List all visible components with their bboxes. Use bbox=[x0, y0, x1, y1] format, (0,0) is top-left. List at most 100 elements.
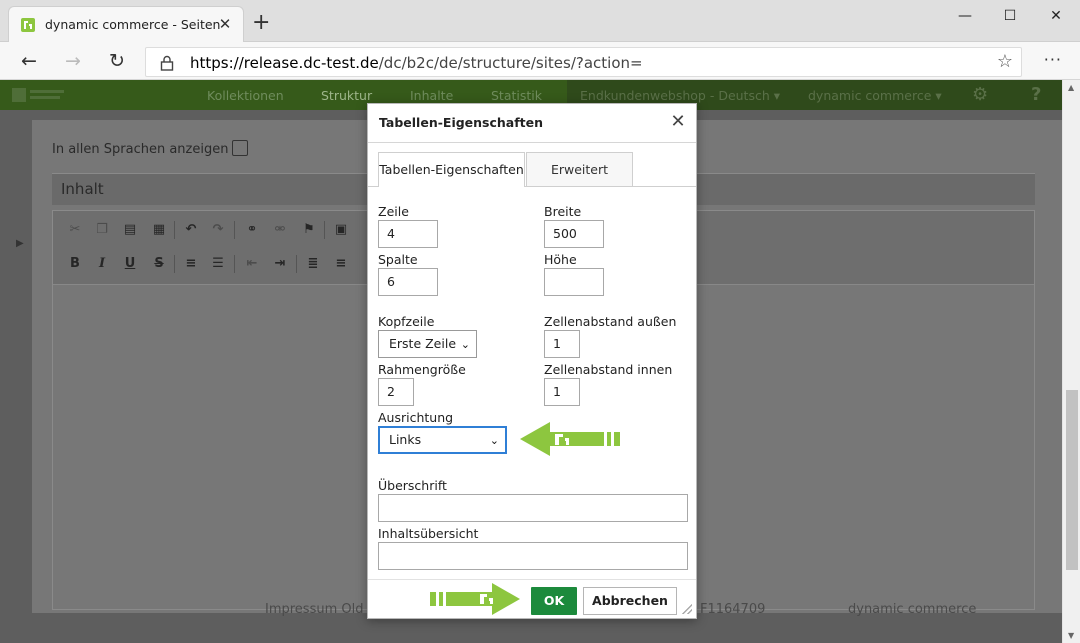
tab-underline bbox=[368, 186, 378, 187]
toolbar-separator bbox=[174, 221, 175, 239]
dc-favicon-icon bbox=[21, 18, 35, 32]
nav-statistik[interactable]: Statistik bbox=[491, 88, 542, 103]
align-label: Ausrichtung bbox=[378, 410, 454, 425]
table-properties-dialog: Tabellen-Eigenschaften ✕ Tabellen-Eigens… bbox=[367, 103, 697, 619]
footer-mid-text: F1164709 bbox=[700, 602, 766, 617]
address-bar[interactable]: https://release.dc-test.de/dc/b2c/de/str… bbox=[145, 47, 1022, 77]
border-label: Rahmengröße bbox=[378, 362, 466, 377]
cols-input[interactable]: 6 bbox=[378, 268, 438, 296]
toolbar-separator bbox=[174, 255, 175, 273]
tab-advanced[interactable]: Erweitert bbox=[526, 152, 633, 187]
caption-input[interactable] bbox=[378, 494, 688, 522]
browser-tab[interactable]: dynamic commerce - Seiten ✕ bbox=[8, 6, 244, 43]
summary-label: Inhaltsübersicht bbox=[378, 526, 479, 541]
chevron-down-icon: ⌄ bbox=[460, 338, 470, 351]
more-menu-icon[interactable]: ··· bbox=[1044, 50, 1062, 69]
header-label: Kopfzeile bbox=[378, 314, 435, 329]
undo-icon[interactable]: ↶ bbox=[182, 221, 200, 239]
url-host: https://release.dc-test.de bbox=[190, 54, 379, 72]
sidebar-expand-icon[interactable]: ▶ bbox=[16, 238, 24, 249]
align-select[interactable]: Links ⌄ bbox=[378, 426, 507, 454]
bold-icon[interactable]: B bbox=[66, 255, 84, 273]
new-tab-icon[interactable]: + bbox=[252, 12, 270, 34]
align-select-value: Links bbox=[389, 432, 422, 447]
favorite-star-icon[interactable]: ☆ bbox=[997, 51, 1013, 72]
width-input[interactable]: 500 bbox=[544, 220, 604, 248]
nav-inhalte[interactable]: Inhalte bbox=[410, 88, 453, 103]
help-icon[interactable]: ? bbox=[1031, 84, 1041, 105]
nav-struktur[interactable]: Struktur bbox=[321, 88, 372, 103]
summary-input[interactable] bbox=[378, 542, 688, 570]
toolbar-separator bbox=[324, 221, 325, 239]
tab-close-icon[interactable]: ✕ bbox=[215, 14, 235, 34]
indent-icon[interactable]: ⇥ bbox=[271, 255, 289, 273]
footer-left-text: Impressum Old bbox=[265, 602, 364, 617]
cut-icon[interactable]: ✂ bbox=[66, 221, 84, 239]
caption-label: Überschrift bbox=[378, 478, 447, 493]
dialog-resize-grip[interactable] bbox=[682, 604, 692, 614]
tab-table-properties[interactable]: Tabellen-Eigenschaften bbox=[378, 152, 525, 187]
scrollbar-thumb[interactable] bbox=[1066, 390, 1078, 570]
shop-select[interactable]: Endkundenwebshop - Deutsch ▾ bbox=[580, 88, 780, 103]
nav-kollektionen[interactable]: Kollektionen bbox=[207, 88, 284, 103]
scroll-down-icon[interactable]: ▼ bbox=[1068, 631, 1074, 640]
cellspacing-label: Zellenabstand außen bbox=[544, 314, 677, 329]
cellspacing-input[interactable]: 1 bbox=[544, 330, 580, 358]
header-select[interactable]: Erste Zeile ⌄ bbox=[378, 330, 477, 358]
cellpadding-input[interactable]: 1 bbox=[544, 378, 580, 406]
dc-logo-icon bbox=[12, 88, 64, 102]
reload-icon[interactable]: ↻ bbox=[105, 49, 129, 73]
dialog-divider bbox=[368, 142, 696, 143]
toolbar-separator bbox=[296, 255, 297, 273]
unlink-icon[interactable]: ⚮ bbox=[271, 221, 289, 239]
align-left-icon[interactable]: ≣ bbox=[304, 255, 322, 273]
rows-input[interactable]: 4 bbox=[378, 220, 438, 248]
back-icon[interactable]: ← bbox=[17, 49, 41, 73]
image-icon[interactable]: ▣ bbox=[332, 221, 350, 239]
italic-icon[interactable]: I bbox=[93, 255, 111, 273]
paste-icon[interactable]: ▤ bbox=[121, 221, 139, 239]
company-select[interactable]: dynamic commerce ▾ bbox=[808, 88, 942, 103]
all-languages-checkbox[interactable] bbox=[232, 140, 248, 156]
bullet-list-icon[interactable]: ☰ bbox=[209, 255, 227, 273]
minimize-icon[interactable]: — bbox=[950, 5, 980, 27]
tab-underline bbox=[526, 186, 696, 187]
underline-icon[interactable]: U bbox=[121, 255, 139, 273]
ok-button[interactable]: OK bbox=[531, 587, 577, 615]
numbered-list-icon[interactable]: ≡ bbox=[182, 255, 200, 273]
gear-icon[interactable]: ⚙ bbox=[972, 84, 988, 105]
copy-icon[interactable]: ❐ bbox=[93, 221, 111, 239]
cellpadding-label: Zellenabstand innen bbox=[544, 362, 673, 377]
height-input[interactable] bbox=[544, 268, 604, 296]
outdent-icon[interactable]: ⇤ bbox=[243, 255, 261, 273]
maximize-icon[interactable]: ☐ bbox=[995, 5, 1025, 27]
dialog-footer-divider bbox=[368, 579, 696, 580]
company-select-label: dynamic commerce bbox=[808, 88, 932, 103]
window-close-icon[interactable]: ✕ bbox=[1041, 5, 1071, 27]
redo-icon[interactable]: ↷ bbox=[209, 221, 227, 239]
link-icon[interactable]: ⚭ bbox=[243, 221, 261, 239]
align-center-icon[interactable]: ≡ bbox=[332, 255, 350, 273]
dc-logo bbox=[12, 86, 72, 104]
dialog-close-icon[interactable]: ✕ bbox=[668, 112, 688, 132]
scroll-up-icon[interactable]: ▲ bbox=[1068, 83, 1074, 92]
url-path: /dc/b2c/de/structure/sites/?action= bbox=[378, 54, 643, 72]
annotation-arrow-right-icon bbox=[430, 583, 520, 615]
toolbar-separator bbox=[234, 221, 235, 239]
height-label: Höhe bbox=[544, 252, 577, 267]
page-scrollbar[interactable]: ▲ ▼ bbox=[1062, 80, 1080, 643]
anchor-flag-icon[interactable]: ⚑ bbox=[300, 221, 318, 239]
browser-tabbar: dynamic commerce - Seiten ✕ + — ☐ ✕ bbox=[0, 0, 1080, 43]
strikethrough-icon[interactable]: S bbox=[150, 255, 168, 273]
cancel-button[interactable]: Abbrechen bbox=[583, 587, 677, 615]
forward-icon[interactable]: → bbox=[61, 49, 85, 73]
tab-title: dynamic commerce - Seiten bbox=[45, 17, 221, 32]
cols-label: Spalte bbox=[378, 252, 418, 267]
browser-toolbar: ← → ↻ https://release.dc-test.de/dc/b2c/… bbox=[0, 42, 1080, 80]
lock-icon bbox=[160, 55, 174, 71]
header-select-value: Erste Zeile bbox=[389, 336, 457, 351]
paste-text-icon[interactable]: ▦ bbox=[150, 221, 168, 239]
annotation-arrow-left-icon bbox=[520, 422, 620, 456]
shop-select-label: Endkundenwebshop - Deutsch bbox=[580, 88, 770, 103]
border-input[interactable]: 2 bbox=[378, 378, 414, 406]
